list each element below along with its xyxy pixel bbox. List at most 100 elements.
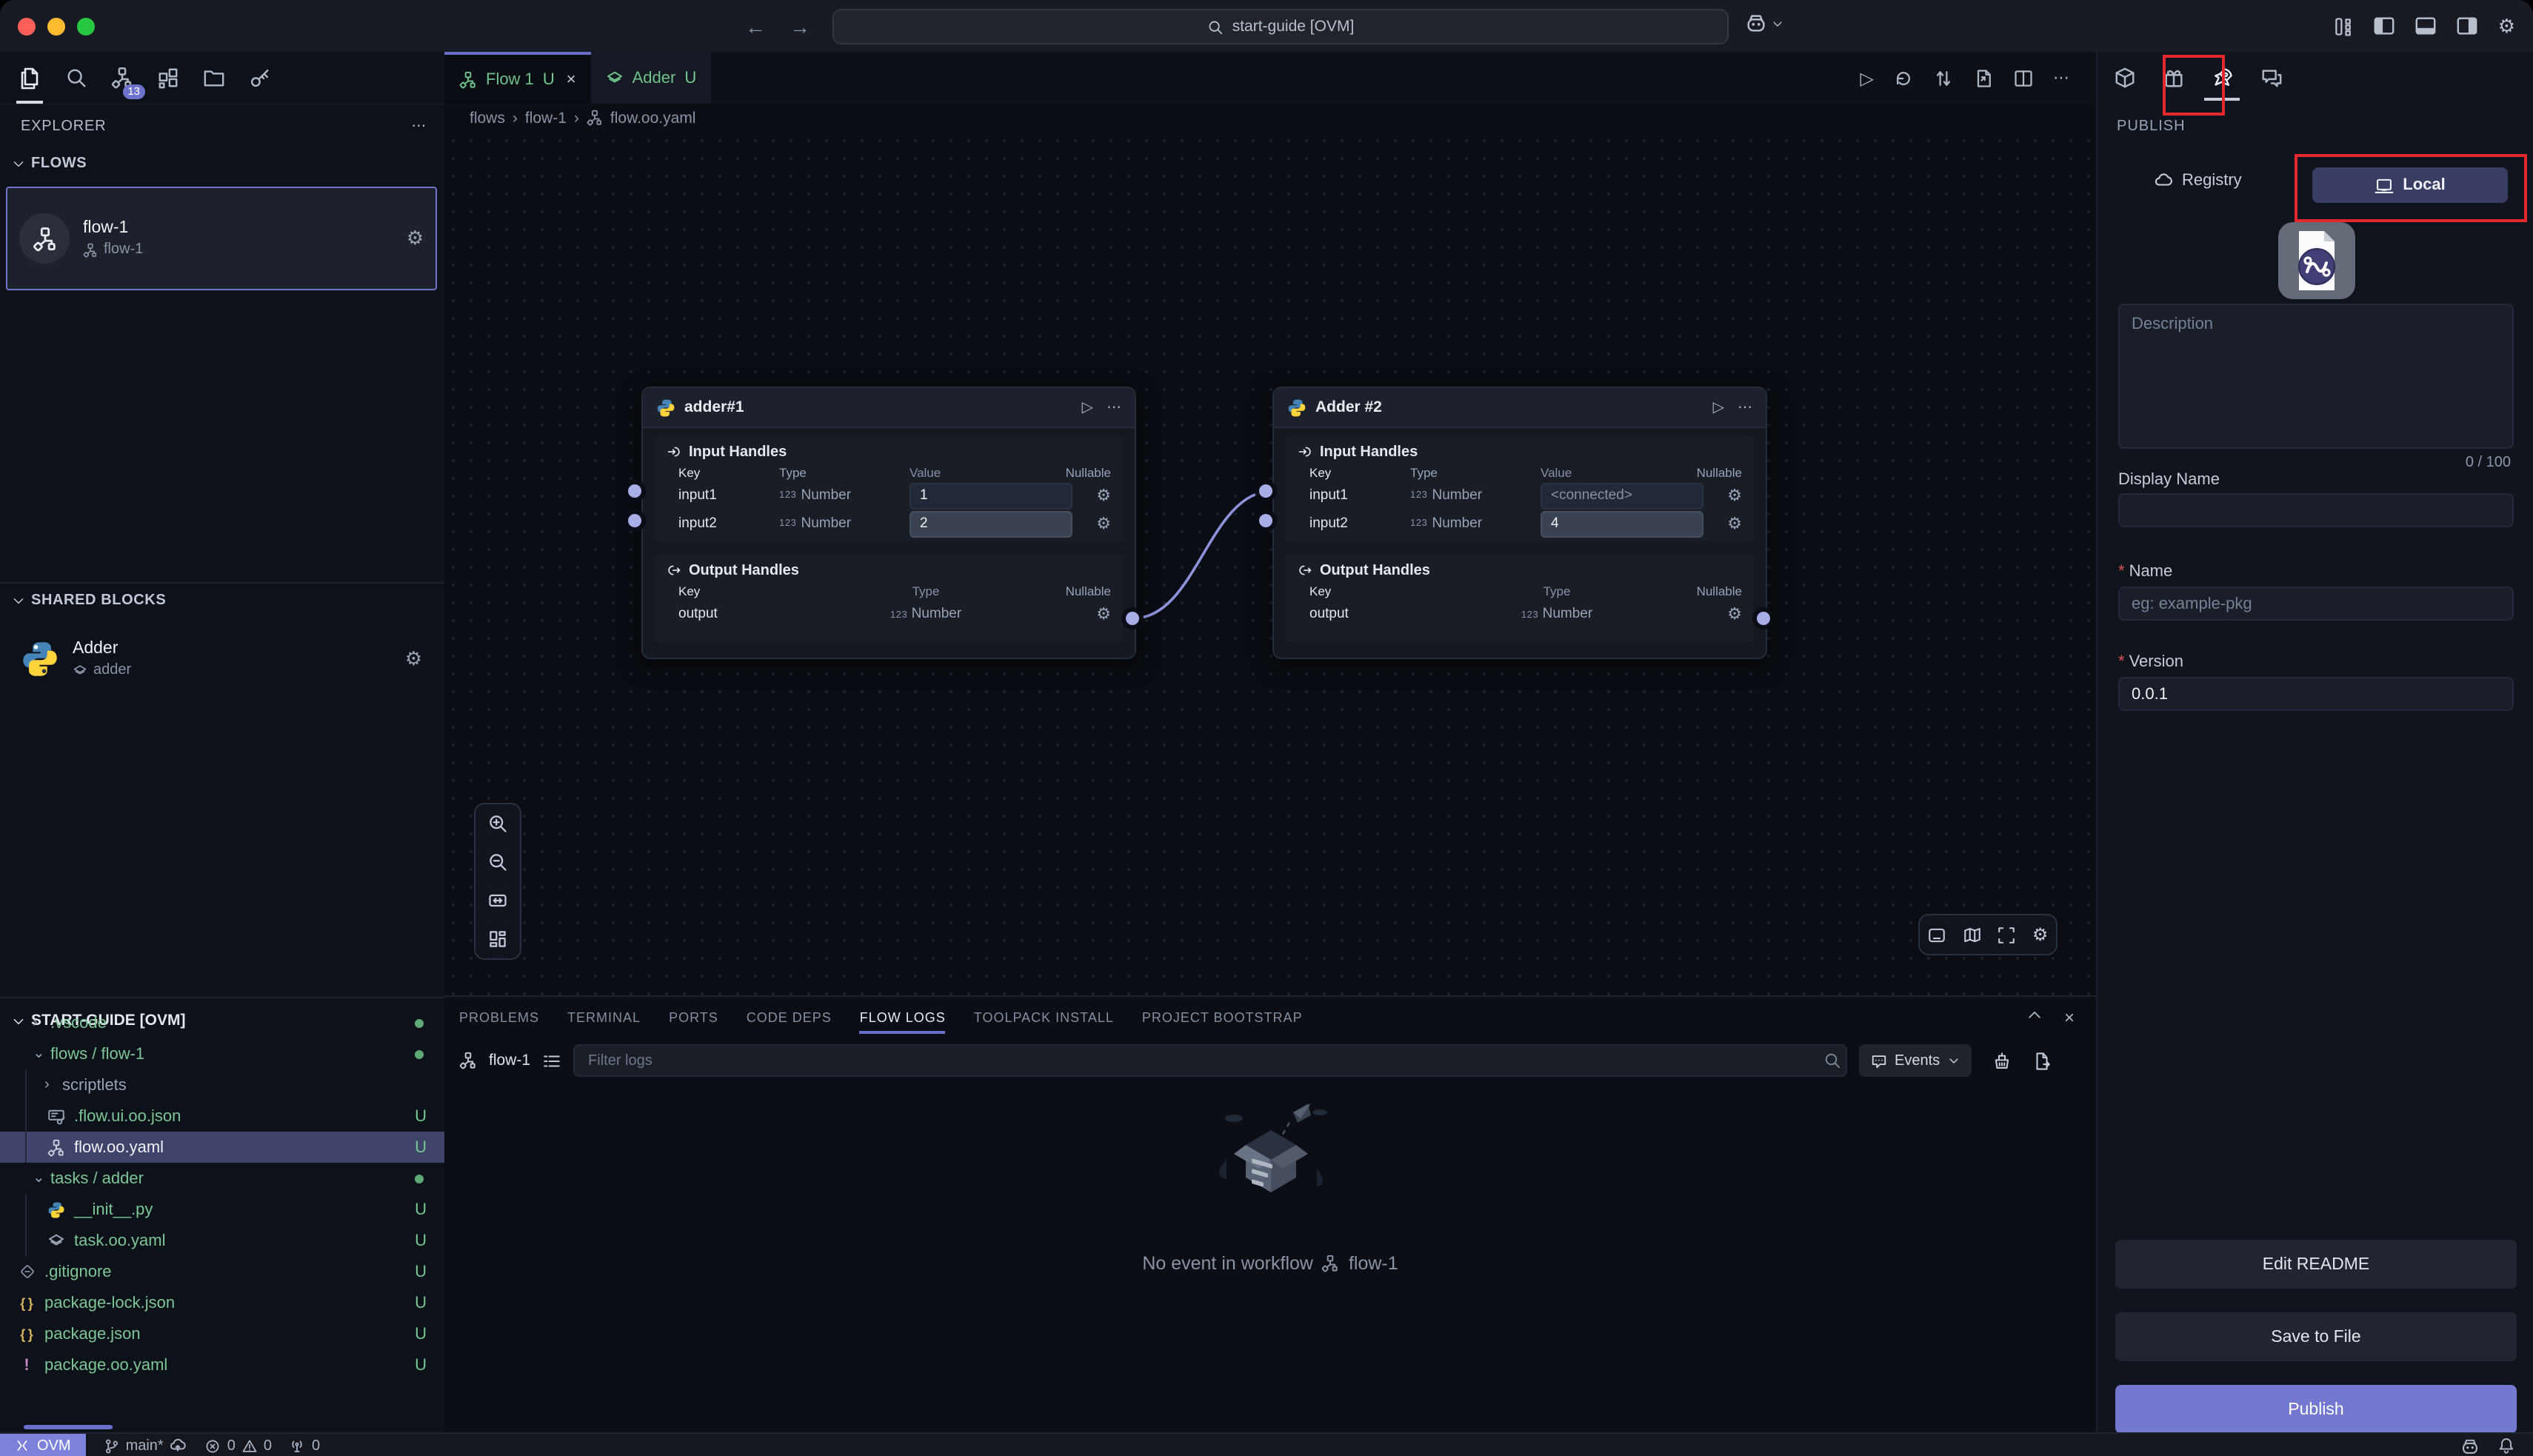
package-file-icon[interactable] (2278, 222, 2355, 304)
handle-dot-n2-input2[interactable] (1259, 514, 1272, 527)
value-input[interactable]: 1 (910, 482, 1072, 509)
activity-blocks[interactable] (153, 63, 182, 93)
package-explorer-icon[interactable] (2109, 67, 2139, 89)
shared-block-settings-icon[interactable]: ⚙ (405, 647, 422, 671)
node-more-icon[interactable]: ⋯ (1107, 399, 1121, 415)
flows-section-header[interactable]: FLOWS (12, 156, 433, 172)
tab-code-deps[interactable]: CODE DEPS (747, 1007, 832, 1028)
handle-dot-n1-input2[interactable] (628, 514, 641, 527)
name-input[interactable] (2118, 587, 2514, 621)
export-logs-icon[interactable] (2032, 1051, 2051, 1070)
flow-item-settings-icon[interactable]: ⚙ (407, 227, 424, 250)
registry-toggle[interactable]: Registry (2154, 170, 2242, 190)
tab-adder[interactable]: Adder U (591, 52, 712, 104)
nav-forward-icon[interactable]: → (790, 14, 810, 38)
handle-settings-icon[interactable]: ⚙ (1072, 604, 1111, 624)
tree-item-init-py[interactable]: __init__.py U (0, 1194, 444, 1225)
value-input[interactable]: 4 (1541, 510, 1703, 537)
split-editor-icon[interactable] (2013, 67, 2034, 88)
customize-layout-icon[interactable] (2334, 16, 2355, 36)
display-name-input[interactable] (2118, 493, 2514, 527)
node-more-icon[interactable]: ⋯ (1738, 399, 1752, 415)
tab-project-bootstrap[interactable]: PROJECT BOOTSTRAP (1142, 1007, 1303, 1028)
chevron-up-icon[interactable] (2027, 1007, 2043, 1023)
tree-item-flows-flow-1[interactable]: ⌄ flows / flow-1 (0, 1038, 444, 1069)
nav-back-icon[interactable]: ← (745, 14, 766, 38)
flow-list-item[interactable]: flow-1 flow-1 ⚙ (6, 187, 437, 290)
tab-problems[interactable]: PROBLEMS (459, 1007, 539, 1028)
node-adder2[interactable]: Adder #2 ▷⋯ Input Handles KeyTypeValueNu… (1272, 387, 1767, 659)
fullscreen-icon[interactable] (1998, 925, 2017, 944)
breadcrumb-file[interactable]: flow.oo.yaml (610, 109, 696, 127)
breadcrumb[interactable]: flows › flow-1 › flow.oo.yaml (444, 104, 2096, 132)
shared-blocks-section-header[interactable]: SHARED BLOCKS (12, 592, 433, 609)
zoom-in-icon[interactable] (487, 813, 508, 834)
copilot-icon[interactable] (2460, 1436, 2480, 1455)
swap-values-icon[interactable] (1933, 67, 1954, 88)
explorer-more-icon[interactable]: ⋯ (411, 118, 427, 135)
handle-settings-icon[interactable]: ⚙ (1072, 486, 1111, 505)
tree-item-package-json[interactable]: { } package.json U (0, 1318, 444, 1349)
close-panel-icon[interactable]: × (2064, 1007, 2075, 1028)
run-node-icon[interactable]: ▷ (1713, 399, 1724, 415)
zoom-out-icon[interactable] (487, 852, 508, 872)
activity-folder[interactable] (198, 63, 228, 93)
tree-item-flow-ui-json[interactable]: .flow.ui.oo.json U (0, 1101, 444, 1132)
handle-settings-icon[interactable]: ⚙ (1703, 486, 1742, 505)
remote-indicator[interactable]: OVM (0, 1434, 86, 1456)
handle-dot-n2-input1[interactable] (1259, 484, 1272, 498)
command-center-search[interactable]: start-guide [OVM] (832, 9, 1729, 44)
tab-flow-logs[interactable]: FLOW LOGS (860, 1007, 946, 1028)
tree-item-vscode[interactable]: › .vscode (0, 1007, 444, 1038)
node-header[interactable]: adder#1 ▷⋯ (643, 388, 1135, 428)
minimap-icon[interactable] (1963, 925, 1982, 944)
settings-gear-icon[interactable]: ⚙ (2498, 14, 2515, 38)
log-flow-label[interactable]: flow-1 (489, 1052, 530, 1069)
node-adder1[interactable]: adder#1 ▷⋯ Input Handles KeyTypeValueNul… (641, 387, 1136, 659)
shared-block-item[interactable]: Adder adder ⚙ (6, 622, 437, 696)
comments-icon[interactable] (2256, 67, 2286, 89)
log-list-icon[interactable] (542, 1051, 561, 1070)
toggle-bottom-panel-icon[interactable] (2415, 15, 2437, 37)
handle-dot-n1-output[interactable] (1126, 612, 1139, 625)
more-actions-icon[interactable]: ⋯ (2053, 68, 2069, 87)
tree-item-tasks-adder[interactable]: ⌄ tasks / adder (0, 1163, 444, 1194)
events-dropdown[interactable]: Events (1859, 1044, 1971, 1077)
description-textarea[interactable] (2118, 304, 2514, 449)
edit-readme-button[interactable]: Edit README (2115, 1240, 2517, 1289)
breadcrumb-flow-1[interactable]: flow-1 (525, 109, 567, 127)
tab-flow-1[interactable]: Flow 1 U × (444, 52, 591, 104)
breadcrumb-flows[interactable]: flows (470, 109, 505, 127)
canvas-settings-icon[interactable]: ⚙ (2032, 924, 2049, 945)
publish-button[interactable]: Publish (2115, 1385, 2517, 1434)
handle-dot-n2-output[interactable] (1757, 612, 1770, 625)
handle-settings-icon[interactable]: ⚙ (1703, 604, 1742, 624)
problems-status[interactable]: 0 0 (205, 1437, 272, 1454)
copilot-menu[interactable] (1745, 12, 1783, 34)
tree-item-gitignore[interactable]: .gitignore U (0, 1256, 444, 1287)
tab-ports[interactable]: PORTS (669, 1007, 718, 1028)
activity-keys[interactable] (244, 63, 274, 93)
filter-logs-input[interactable] (573, 1044, 1847, 1077)
handle-settings-icon[interactable]: ⚙ (1703, 514, 1742, 533)
clear-logs-icon[interactable] (1992, 1051, 2011, 1070)
handle-settings-icon[interactable]: ⚙ (1072, 514, 1111, 533)
ports-status[interactable]: 0 (290, 1437, 320, 1454)
auto-layout-icon[interactable] (487, 929, 508, 949)
version-input[interactable] (2118, 677, 2514, 711)
close-window-button[interactable] (18, 17, 36, 35)
tab-terminal[interactable]: TERMINAL (567, 1007, 641, 1028)
zoom-window-button[interactable] (77, 17, 95, 35)
run-node-icon[interactable]: ▷ (1082, 399, 1093, 415)
bell-icon[interactable] (2497, 1437, 2515, 1455)
save-to-file-button[interactable]: Save to File (2115, 1312, 2517, 1361)
tree-horizontal-scrollbar[interactable] (24, 1425, 113, 1429)
minimize-window-button[interactable] (47, 17, 65, 35)
fit-view-icon[interactable] (487, 890, 508, 911)
run-flow-icon[interactable]: ▷ (1860, 67, 1874, 88)
tree-item-package-lock-json[interactable]: { } package-lock.json U (0, 1287, 444, 1318)
handle-dot-n1-input1[interactable] (628, 484, 641, 498)
toggle-left-sidebar-icon[interactable] (2374, 15, 2396, 37)
rerun-icon[interactable] (1893, 67, 1914, 88)
toggle-right-sidebar-icon[interactable] (2457, 15, 2479, 37)
